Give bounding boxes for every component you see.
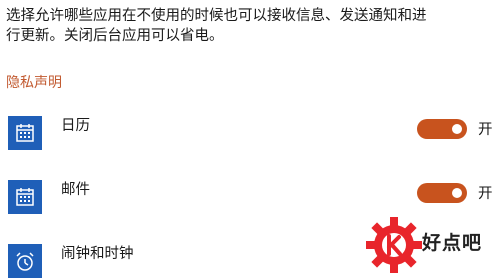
privacy-statement-link[interactable]: 隐私声明 [6,72,62,92]
calendar-background-toggle[interactable] [417,119,467,139]
app-name-alarms-clock: 闹钟和时钟 [61,246,134,262]
watermark-text: 好点吧 [422,232,483,254]
settings-description: 选择允许哪些应用在不使用的时候也可以接收信息、发送通知和进 行更新。关闭后台应用… [6,6,486,46]
calendar-icon [8,180,42,214]
mail-toggle-state: 开 [478,186,493,202]
toggle-knob [452,124,462,134]
description-line-2: 行更新。关闭后台应用可以省电。 [6,28,224,44]
background-apps-settings: 选择允许哪些应用在不使用的时候也可以接收信息、发送通知和进 行更新。关闭后台应用… [0,0,500,279]
mail-background-toggle[interactable] [417,183,467,203]
app-row-calendar: 日历 开 [6,116,500,154]
app-name-mail: 邮件 [61,182,90,198]
alarm-clock-icon [8,244,42,278]
app-name-calendar: 日历 [61,118,90,134]
calendar-toggle-state: 开 [478,122,493,138]
watermark-logo: 好点吧 [366,212,500,279]
description-line-1: 选择允许哪些应用在不使用的时候也可以接收信息、发送通知和进 [6,8,427,24]
calendar-icon [8,116,42,150]
gear-logo-icon [366,217,422,273]
toggle-knob [452,188,462,198]
